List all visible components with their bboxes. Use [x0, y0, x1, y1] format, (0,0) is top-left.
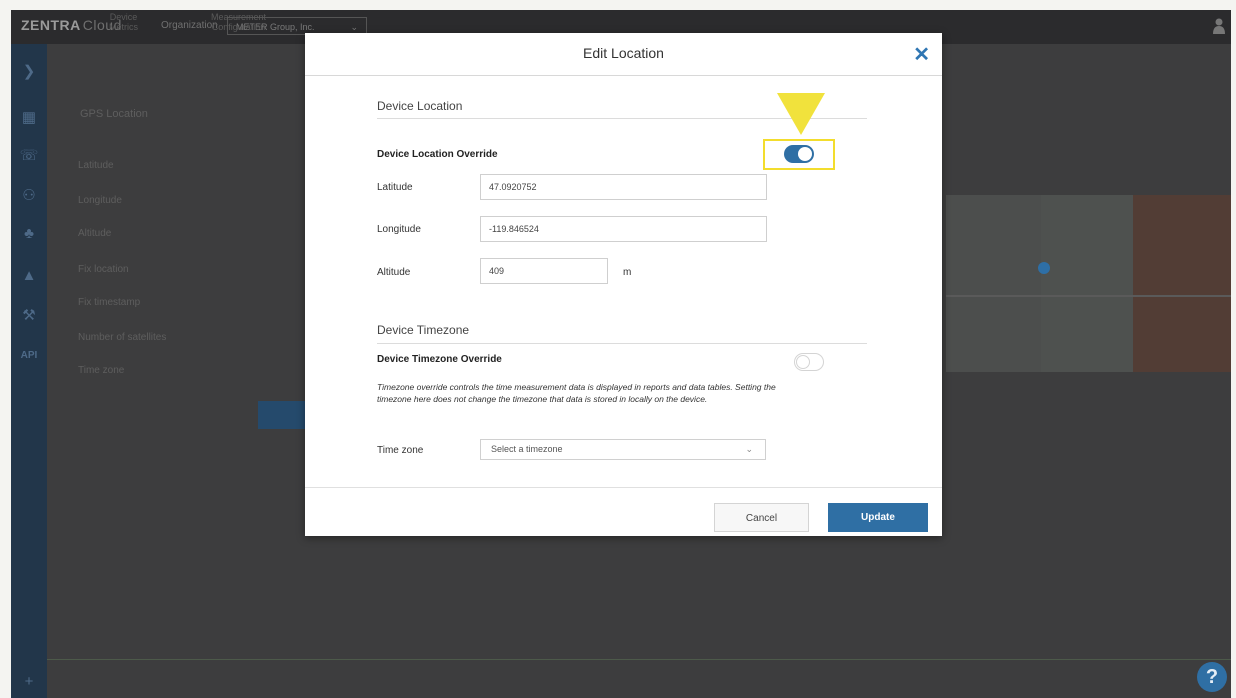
toggle-knob	[796, 355, 810, 369]
gps-field-label: Longitude	[78, 195, 122, 206]
map-tile	[946, 195, 1041, 372]
gps-field-label: Fix location	[78, 264, 129, 275]
brand-name: ZENTRA	[21, 17, 81, 33]
users-icon[interactable]: ⚇	[19, 186, 39, 206]
update-button[interactable]: Update	[828, 503, 928, 532]
longitude-label: Longitude	[377, 224, 421, 235]
location-map	[946, 195, 1231, 372]
timezone-placeholder: Select a timezone	[491, 444, 563, 454]
nav-device-metrics-label: Device Metrics	[109, 12, 138, 32]
longitude-input[interactable]	[480, 216, 767, 242]
timezone-note: Timezone override controls the time meas…	[377, 382, 776, 404]
user-icon[interactable]	[1213, 18, 1225, 34]
sidebar: ❯ ▦ ☏ ⚇ ♣ ▲ ⚒ API +	[11, 44, 47, 698]
footer-divider	[305, 487, 942, 488]
organization-label: Organization	[161, 20, 218, 31]
wrench-icon[interactable]: ⚒	[19, 306, 39, 326]
altitude-label: Altitude	[377, 267, 411, 278]
map-tile	[1133, 195, 1231, 372]
device-location-section-title: Device Location	[377, 99, 463, 113]
section-divider	[377, 343, 867, 344]
timezone-select[interactable]: Select a timezone ⌄	[480, 439, 766, 460]
device-timezone-section-title: Device Timezone	[377, 323, 470, 337]
device-timezone-override-toggle[interactable]	[794, 353, 824, 371]
gps-field-label: Altitude	[78, 228, 112, 239]
tree-icon[interactable]: ♣	[19, 224, 39, 244]
gps-field-label: Number of satellites	[78, 332, 167, 343]
nav-device-metrics[interactable]: Device Metrics	[109, 12, 138, 32]
latitude-label: Latitude	[377, 182, 413, 193]
expand-chevron-icon[interactable]: ❯	[19, 62, 39, 82]
device-location-override-label: Device Location Override	[377, 149, 498, 160]
gps-field-label: Latitude	[78, 160, 114, 171]
dialog-header: Edit Location ✕	[305, 33, 942, 76]
map-tile	[1041, 195, 1133, 372]
gps-field-label: Time zone	[78, 365, 125, 376]
yellow-arrow-annotation	[777, 93, 825, 135]
altitude-input[interactable]	[480, 258, 608, 284]
device-timezone-override-label: Device Timezone Override	[377, 354, 502, 365]
add-icon[interactable]: +	[19, 672, 39, 692]
nav-measurement-configuration[interactable]: Measurement Configuration	[211, 12, 266, 32]
edit-location-dialog: Edit Location ✕ Device Location Device L…	[305, 33, 942, 536]
app-window: ZENTRA Cloud Organization METER Group, In…	[11, 10, 1231, 698]
api-link[interactable]: API	[19, 346, 39, 366]
map-road	[946, 295, 1231, 297]
cancel-button[interactable]: Cancel	[714, 503, 809, 532]
timezone-label: Time zone	[377, 445, 424, 456]
dashboard-grid-icon[interactable]: ▦	[19, 108, 39, 128]
gps-field-label: Fix timestamp	[78, 297, 141, 308]
footer-divider	[47, 659, 1231, 660]
map-pin-icon[interactable]	[1038, 262, 1050, 274]
bell-icon[interactable]: ▲	[19, 266, 39, 286]
gps-location-heading: GPS Location	[80, 108, 148, 120]
close-icon[interactable]: ✕	[913, 42, 930, 67]
brand-logo: ZENTRA Cloud	[21, 17, 122, 33]
altitude-unit: m	[623, 267, 632, 278]
latitude-input[interactable]	[480, 174, 767, 200]
chevron-down-icon: ⌄	[745, 444, 753, 454]
nav-measurement-configuration-label: Measurement Configuration	[211, 12, 267, 32]
toggle-highlight-box	[763, 139, 835, 170]
device-icon[interactable]: ☏	[19, 146, 39, 166]
dialog-title: Edit Location	[583, 45, 664, 61]
help-button[interactable]: ?	[1197, 662, 1227, 692]
